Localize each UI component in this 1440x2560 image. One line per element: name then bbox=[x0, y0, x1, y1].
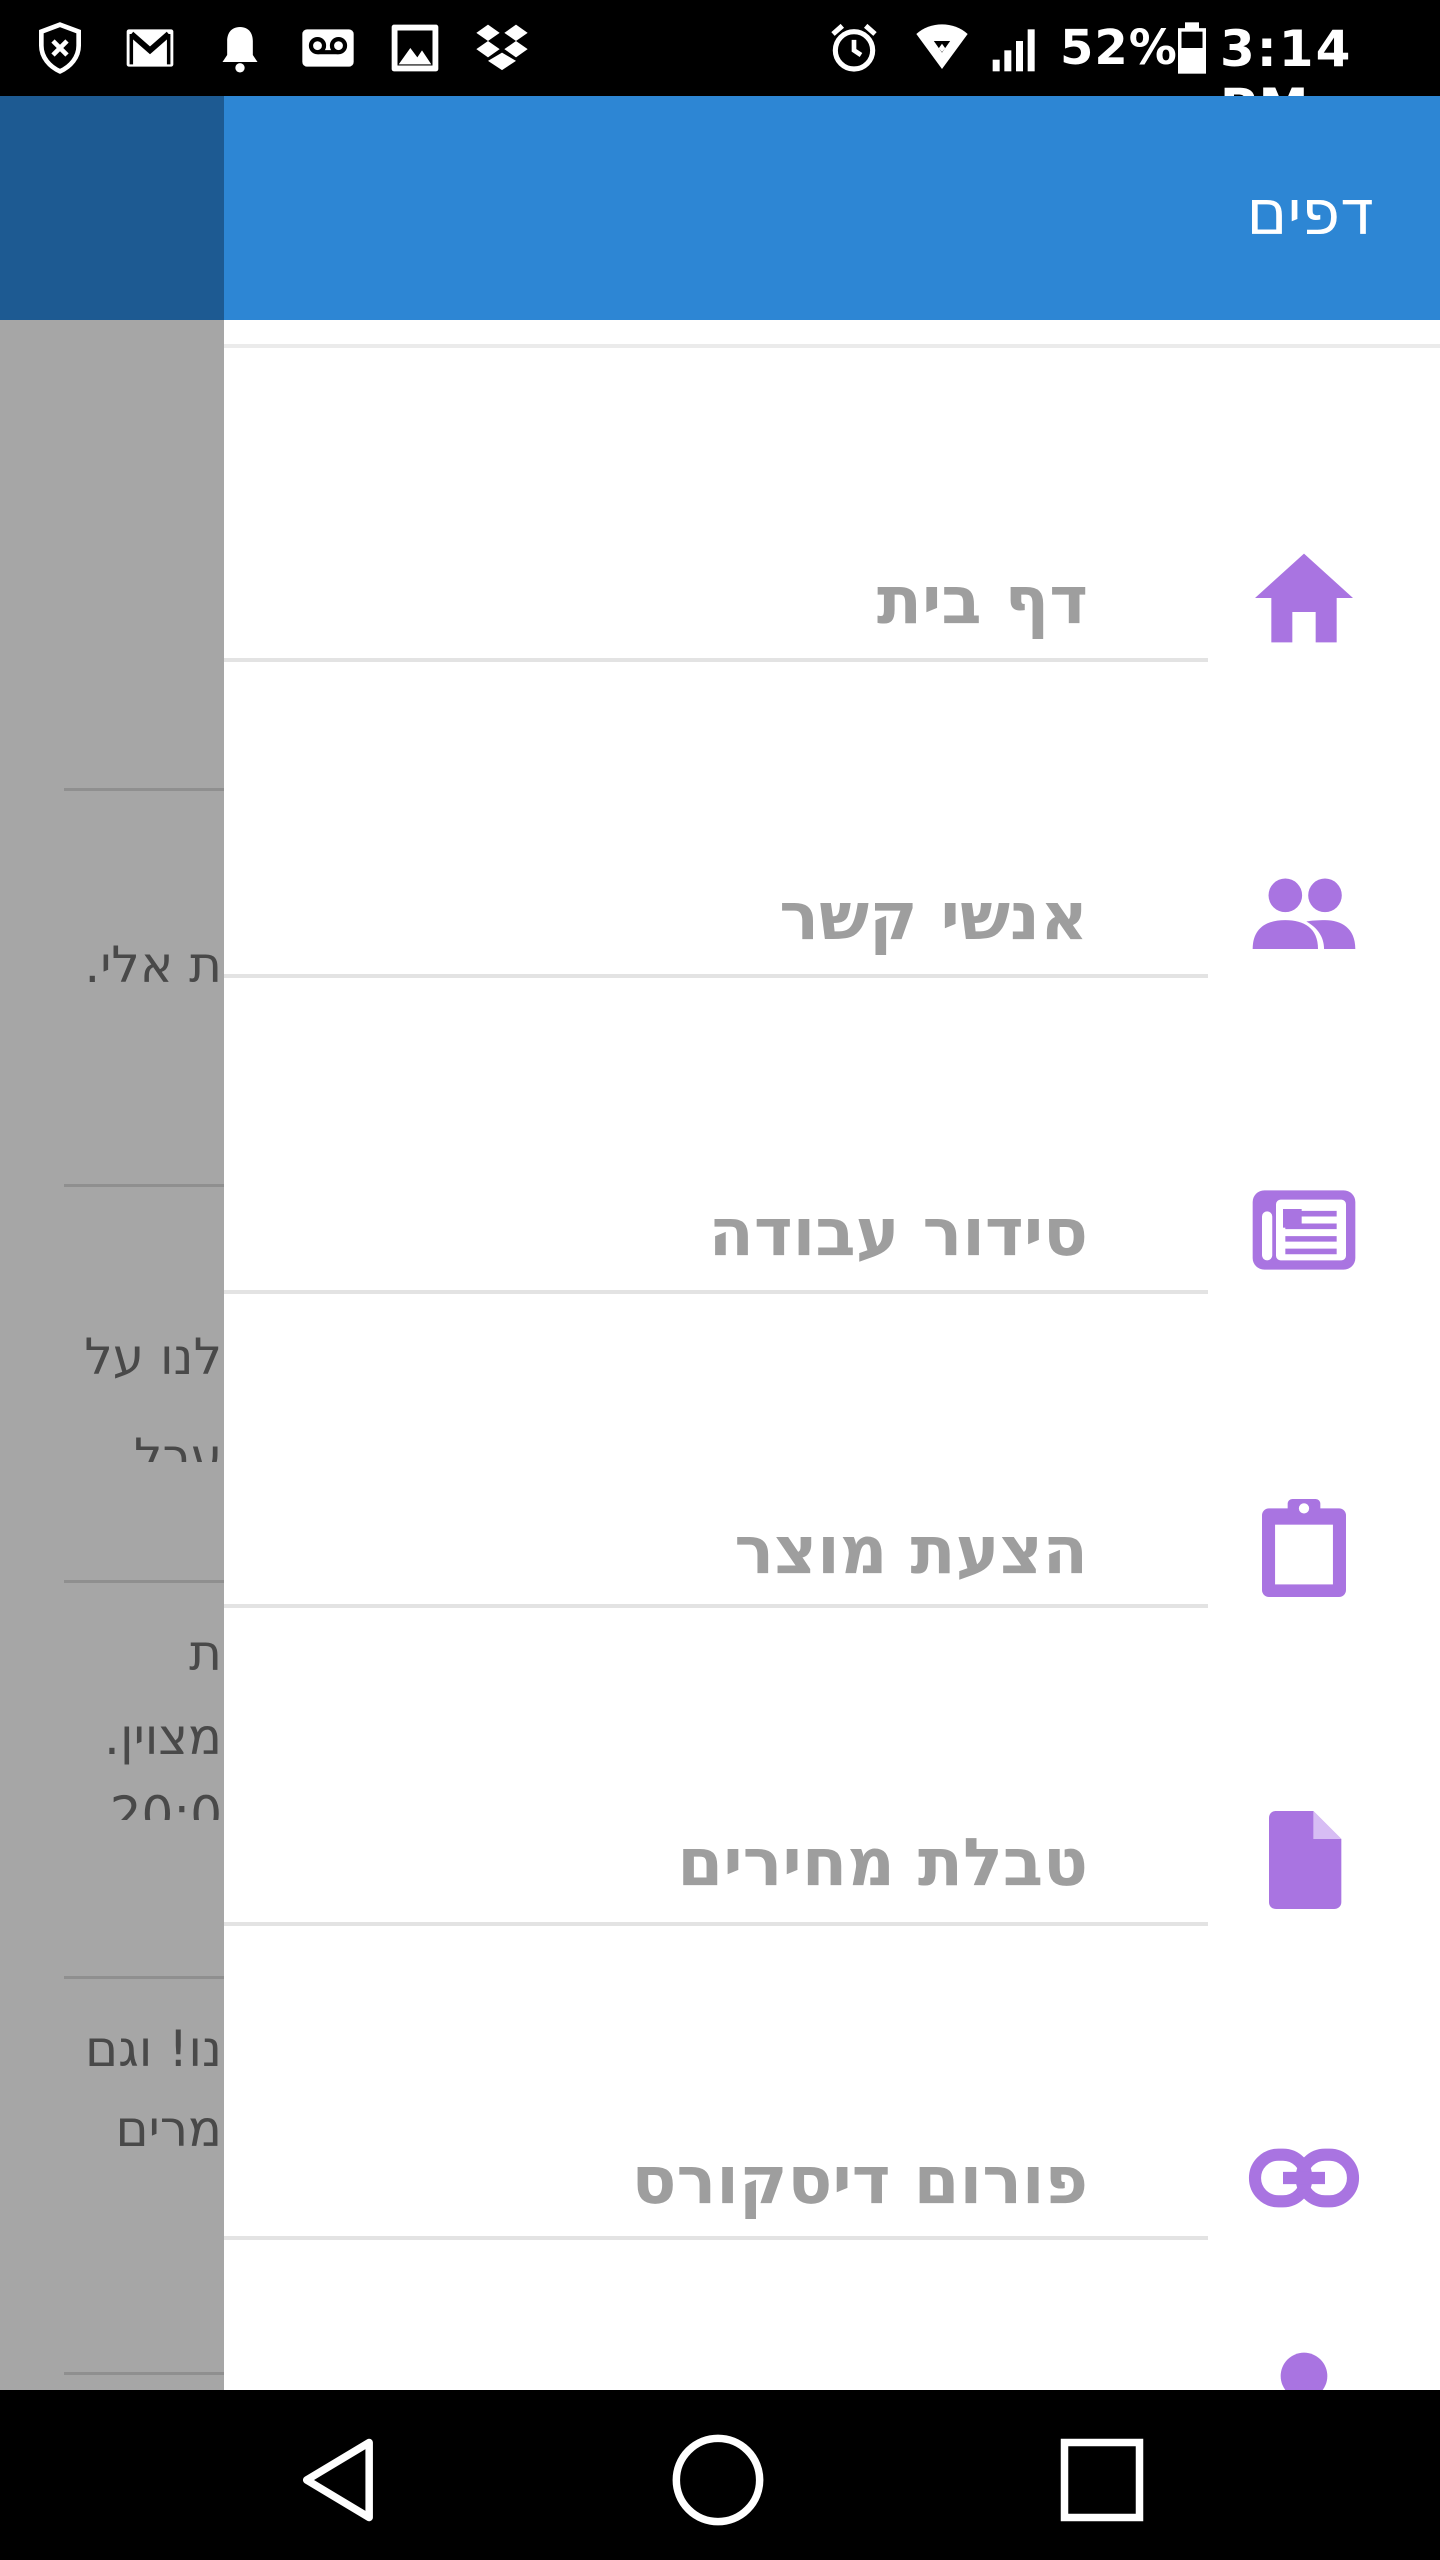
menu-item-discourse-forum[interactable]: פורום דיסקורס bbox=[224, 2024, 1440, 2340]
menu-item-price-table[interactable]: טבלת מחירים bbox=[224, 1706, 1440, 2022]
clipboard-icon bbox=[1248, 1492, 1360, 1604]
list-item-snippet: ת bbox=[189, 1624, 222, 1682]
menu-item-label: דף בית bbox=[876, 562, 1088, 639]
navigation-bar bbox=[0, 2390, 1440, 2560]
gmail-icon bbox=[120, 18, 180, 78]
back-icon[interactable] bbox=[290, 2430, 390, 2530]
menu-item-home[interactable]: דף בית bbox=[224, 444, 1440, 760]
menu-divider bbox=[224, 1290, 1208, 1294]
list-item-snippet: מצוין. bbox=[104, 1708, 222, 1766]
menu-item-label: אנשי קשר bbox=[779, 878, 1088, 955]
menu-item-work-schedule[interactable]: סידור עבודה bbox=[224, 1076, 1440, 1392]
voicemail-icon bbox=[298, 18, 358, 78]
image-icon bbox=[385, 18, 445, 78]
menu-divider bbox=[224, 974, 1208, 978]
menu-item-label: סידור עבודה bbox=[708, 1194, 1088, 1271]
battery-percent: 52% bbox=[1060, 20, 1178, 76]
menu-item-contacts[interactable]: אנשי קשר bbox=[224, 760, 1440, 1076]
home-circle-icon[interactable] bbox=[668, 2430, 768, 2530]
list-item-snippet: ת אלי. bbox=[84, 936, 222, 994]
list-item-snippet: נו! וגם bbox=[85, 2020, 222, 2078]
menu-item-partial[interactable] bbox=[224, 2340, 1440, 2390]
navigation-drawer: דפים דף בית אנשי קשר סידור עבודה הצעת מו… bbox=[224, 96, 1440, 2390]
dot-icon bbox=[1248, 2320, 1360, 2390]
document-icon bbox=[1248, 1804, 1360, 1916]
list-item-snippet: לנו על bbox=[84, 1328, 222, 1386]
menu-item-label: פורום דיסקורס bbox=[631, 2142, 1088, 2219]
alarm-icon bbox=[824, 18, 884, 78]
drawer-header: דפים bbox=[224, 96, 1440, 320]
status-bar: 52% 3:14 PM bbox=[0, 0, 1440, 136]
home-icon bbox=[1248, 542, 1360, 654]
bell-icon bbox=[210, 18, 270, 78]
menu-divider bbox=[224, 1922, 1208, 1926]
menu-divider bbox=[224, 658, 1208, 662]
menu-item-product-offer[interactable]: הצעת מוצר bbox=[224, 1394, 1440, 1710]
signal-icon bbox=[986, 18, 1046, 78]
list-item-snippet: 20:0 bbox=[109, 1786, 222, 1820]
shield-notification-icon bbox=[30, 18, 90, 78]
drawer-title: דפים bbox=[1246, 176, 1374, 249]
drawer-header-divider bbox=[224, 344, 1440, 348]
link-icon bbox=[1248, 2122, 1360, 2234]
people-icon bbox=[1248, 858, 1360, 970]
menu-item-label: הצעת מוצר bbox=[734, 1512, 1088, 1589]
menu-divider bbox=[224, 2236, 1208, 2240]
battery-icon bbox=[1162, 18, 1222, 78]
list-item-snippet: מרים bbox=[115, 2100, 222, 2158]
recents-icon[interactable] bbox=[1052, 2430, 1152, 2530]
menu-divider bbox=[224, 1604, 1208, 1608]
newspaper-icon bbox=[1248, 1174, 1360, 1286]
menu-item-label: טבלת מחירים bbox=[677, 1824, 1088, 1901]
wifi-icon bbox=[912, 18, 972, 78]
dropbox-icon bbox=[472, 18, 532, 78]
list-item-snippet: ערל bbox=[134, 1428, 222, 1462]
